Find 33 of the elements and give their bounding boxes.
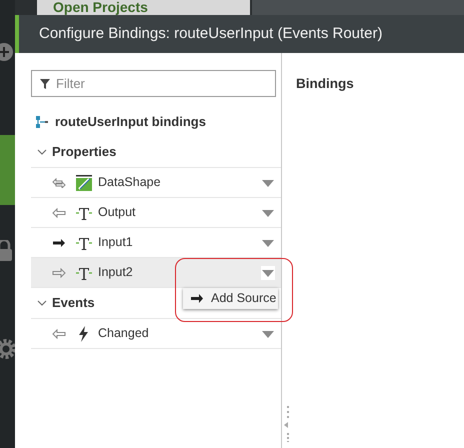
section-label: Properties [52,143,116,162]
binding-row[interactable]: Output [31,197,281,227]
lock-icon[interactable] [0,240,15,262]
filter-icon [40,79,50,89]
datashape-icon [76,174,92,190]
tree-icon [35,115,49,129]
caret-icon [262,180,274,186]
chevron-icon[interactable] [37,298,47,308]
binding-row[interactable]: Changed [31,318,281,348]
gear-icon[interactable] [0,338,15,360]
binding-label: DataShape [98,174,161,192]
caret-icon [262,210,274,216]
section-label: Events [52,294,95,312]
binding-label: Changed [98,325,149,342]
caret-icon [262,240,274,246]
caret-icon [262,330,274,338]
page-title: Open Projects [53,0,148,15]
binding-row[interactable]: DataShape [31,167,281,197]
filter-field[interactable]: Filter [31,70,276,97]
chevron-icon[interactable] [37,147,47,157]
right-arrow-icon [191,294,203,303]
dropdown-button[interactable] [261,266,275,280]
menu-item[interactable]: Add Source [183,288,278,309]
caret-icon [262,270,274,276]
binding-label: Output [98,204,136,222]
panel-title: Bindings [296,75,355,93]
dialog-title: Configure Bindings: routeUserInput (Events Router) [39,24,383,44]
splitter-handle[interactable] [284,406,292,442]
tree-title: routeUserInput bindings [55,113,206,132]
binding-row[interactable]: Input2 [31,257,281,287]
add-icon[interactable] [0,42,15,62]
binding-label: Input2 [98,264,133,282]
binding-label: Input1 [98,234,133,252]
